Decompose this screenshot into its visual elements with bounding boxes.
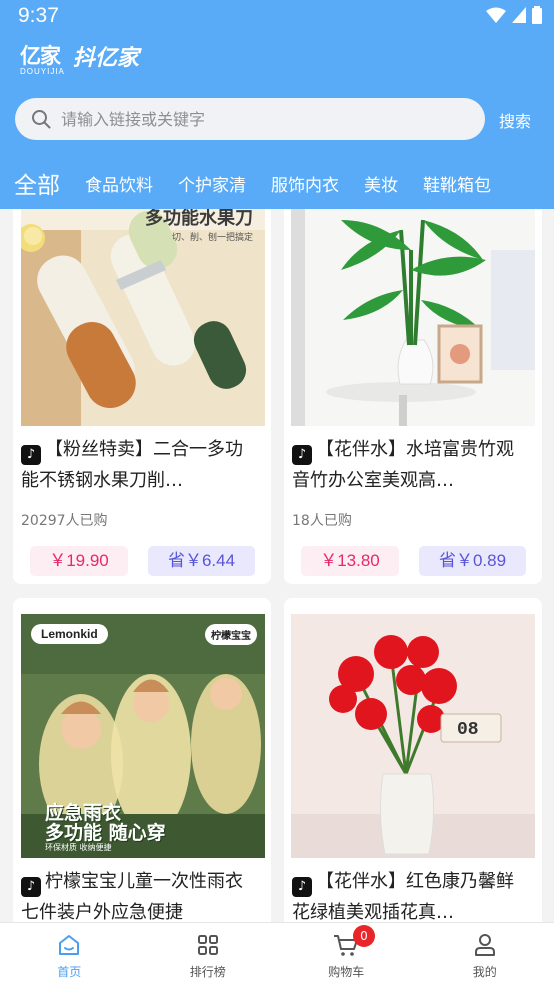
wifi-icon [486,7,506,23]
product-card[interactable]: 多功能水果刀 切、削、刨一把搞定 ♪ 【粉丝特卖】二合一多功能不锈钢水果刀削… 2… [13,190,271,584]
clock-digits: 08 [457,720,479,740]
search-bar[interactable] [15,98,485,140]
nav-label: 排行榜 [189,965,226,979]
nav-profile[interactable]: 我的 [416,923,554,984]
douyin-icon: ♪ [21,445,41,465]
douyin-icon: ♪ [21,877,41,897]
tab-all[interactable]: 全部 [14,166,60,200]
save-tag: 省￥0.89 [419,546,526,576]
price-tag: ￥19.90 [30,546,128,576]
product-image: 多功能水果刀 切、削、刨一把搞定 [21,190,265,426]
app-header: 9:37 亿家 DOUYIJIA 抖亿家 搜索 全部 食品饮料 个护家清 服饰内… [0,0,554,209]
image-slogan: 环保材质 收纳便捷 [45,843,112,852]
douyin-icon: ♪ [292,445,312,465]
product-image: Lemonkid 柠檬宝宝 应急雨衣 多功能 随心穿 环保材质 收纳便捷 [21,614,265,858]
nav-label: 我的 [472,965,497,979]
grid-icon [197,935,218,955]
nav-cart[interactable]: 购物车 0 [277,923,416,984]
nav-home[interactable]: 首页 [0,923,139,984]
logo-mark: 亿家 [20,43,61,68]
search-button[interactable]: 搜索 [499,108,531,132]
tab-apparel[interactable]: 服饰内衣 [271,171,339,196]
product-card[interactable]: 08 ♪ 【花伴水】红色康乃馨鲜花绿植美观插花真… [284,598,542,938]
product-card[interactable]: ♪ 【花伴水】水培富贵竹观音竹办公室美观高… 18人已购 ￥13.80 省￥0.8… [284,190,542,584]
douyin-icon: ♪ [292,877,312,897]
cart-badge: 0 [353,925,375,947]
product-image: 08 [291,614,535,858]
product-title: 【花伴水】水培富贵竹观音竹办公室美观高… [292,439,514,491]
home-icon [59,935,80,955]
save-tag: 省￥6.44 [148,546,255,576]
search-input[interactable] [61,109,441,129]
image-brand-cn: 柠檬宝宝 [205,624,257,645]
product-image [291,190,535,426]
product-title: 【粉丝特卖】二合一多功能不锈钢水果刀削… [21,439,243,491]
app-logo: 亿家 DOUYIJIA 抖亿家 [20,40,139,80]
price-tag: ￥13.80 [301,546,399,576]
signal-icon [512,7,526,23]
image-subline: 切、削、刨一把搞定 [171,233,253,243]
nav-ranking[interactable]: 排行榜 [139,923,278,984]
search-icon [32,110,51,129]
tab-beauty[interactable]: 美妆 [364,171,398,196]
sold-count: 18人已购 [292,513,352,529]
tab-personal-care[interactable]: 个护家清 [178,171,246,196]
app-name: 抖亿家 [72,46,139,71]
tab-shoes-bags[interactable]: 鞋靴箱包 [423,171,491,196]
user-icon [474,934,495,956]
image-brand: Lemonkid [31,624,108,644]
product-title: 【花伴水】红色康乃馨鲜花绿植美观插花真… [292,871,514,923]
nav-label: 首页 [57,965,82,979]
product-title: 柠檬宝宝儿童一次性雨衣七件装户外应急便捷 [21,871,243,923]
tab-food-drink[interactable]: 食品饮料 [85,171,153,196]
logo-subtitle: DOUYIJIA [20,66,65,76]
product-card[interactable]: Lemonkid 柠檬宝宝 应急雨衣 多功能 随心穿 环保材质 收纳便捷 ♪ 柠檬… [13,598,271,938]
status-time: 9:37 [18,4,59,27]
category-tabs: 全部 食品饮料 个护家清 服饰内衣 美妆 鞋靴箱包 [0,160,554,206]
battery-icon [532,6,542,24]
status-bar: 9:37 [0,0,554,34]
bottom-nav: 首页 排行榜 购物车 0 我的 [0,922,554,984]
nav-label: 购物车 [328,965,365,979]
sold-count: 20297人已购 [21,513,108,529]
image-slogan: 多功能 随心穿 [45,822,166,844]
